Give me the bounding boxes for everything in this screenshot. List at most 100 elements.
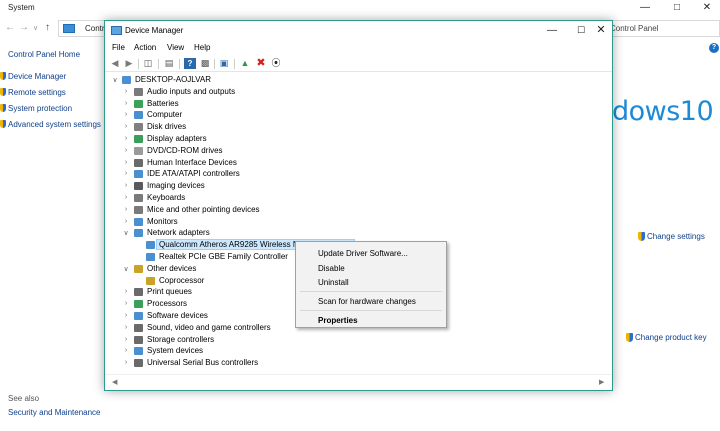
chevron-right-icon[interactable]: › [122,359,130,366]
chevron-right-icon[interactable]: › [122,170,130,177]
disable-menu-item[interactable]: Disable [318,264,345,273]
update-driver-software-menu-item[interactable]: Update Driver Software... [318,249,408,258]
speaker-icon [134,87,143,96]
system-maximize-button[interactable]: □ [662,0,692,16]
tree-node[interactable]: › Imaging devices [105,181,610,193]
back-arrow-icon[interactable]: ◀ [109,58,121,69]
battery-icon [134,99,143,108]
show-hide-console-tree-icon[interactable]: ◫ [142,58,154,69]
tree-node[interactable]: › Monitors [105,217,610,229]
tree-node[interactable]: › Keyboards [105,193,610,205]
device-manager-link[interactable]: Device Manager [0,72,66,81]
tree-node[interactable]: ∨ DESKTOP-AOJLVAR [105,75,610,87]
tree-node-label: Storage controllers [147,334,215,344]
menu-separator [300,310,442,311]
chevron-down-icon[interactable]: ∨ [122,229,130,237]
chevron-right-icon[interactable]: › [122,336,130,343]
chevron-right-icon[interactable]: › [122,123,130,130]
tree-node[interactable]: ∨ Network adapters [105,228,610,240]
cpu-icon [134,300,143,309]
menu-file[interactable]: File [112,43,125,52]
tree-node[interactable]: › Display adapters [105,134,610,146]
tree-node[interactable]: › Universal Serial Bus controllers [105,358,610,370]
tree-node[interactable]: › System devices [105,346,610,358]
uninstall-menu-item[interactable]: Uninstall [318,278,349,287]
recent-locations-chevron-icon[interactable]: ∨ [33,24,38,32]
chevron-down-icon[interactable]: ∨ [111,76,119,84]
chevron-right-icon[interactable]: › [122,347,130,354]
minimize-button[interactable]: — [537,21,567,41]
help-icon[interactable]: ? [709,43,719,53]
chevron-right-icon[interactable]: › [122,218,130,225]
control-panel-home-link[interactable]: Control Panel Home [8,50,80,59]
forward-arrow-icon[interactable]: → [19,22,29,33]
back-arrow-icon[interactable]: ← [5,22,15,33]
toolbar-separator [234,59,235,69]
tree-node-label: Software devices [147,311,208,320]
tree-node-label: Computer [147,110,183,120]
chevron-right-icon[interactable]: › [122,194,130,201]
tree-node[interactable]: › IDE ATA/ATAPI controllers [105,169,610,181]
chevron-right-icon[interactable]: › [122,100,130,107]
tree-node[interactable]: › Audio inputs and outputs [105,87,610,99]
close-button[interactable]: ✕ [586,21,616,41]
chevron-right-icon[interactable]: › [122,147,130,154]
tree-node-label: Coprocessor [159,275,205,285]
scroll-right-icon[interactable]: ▶ [599,378,604,386]
up-arrow-icon[interactable]: ↑ [45,22,50,33]
tree-node[interactable]: › Batteries [105,99,610,111]
search-input[interactable]: Control Panel [600,20,720,37]
tree-node[interactable]: › DVD/CD-ROM drives [105,146,610,158]
chevron-down-icon[interactable]: ∨ [122,265,130,273]
usb-icon [134,359,143,368]
network-icon [146,241,155,250]
chevron-right-icon[interactable]: › [122,300,130,307]
scan-for-hardware-changes-menu-item[interactable]: Scan for hardware changes [318,297,416,306]
advanced-system-settings-link[interactable]: Advanced system settings [0,120,101,129]
chevron-right-icon[interactable]: › [122,206,130,213]
control-panel-icon [63,24,75,33]
chevron-right-icon[interactable]: › [122,88,130,95]
update-driver-icon[interactable]: ▲ [239,58,251,69]
change-product-key-link[interactable]: Change product key [626,333,707,342]
chevron-right-icon[interactable]: › [122,324,130,331]
menu-view[interactable]: View [167,43,184,52]
change-settings-link[interactable]: Change settings [638,232,705,241]
address-input[interactable]: Contro [58,20,109,37]
help-icon[interactable]: ? [184,58,196,69]
system-close-button[interactable]: ✕ [692,0,720,16]
horizontal-scrollbar[interactable]: ◀ ▶ [105,374,612,390]
chevron-right-icon[interactable]: › [122,312,130,319]
chevron-right-icon[interactable]: › [122,135,130,142]
tree-node[interactable]: › Computer [105,110,610,122]
disable-icon[interactable]: ⦿ [270,58,282,69]
uninstall-icon[interactable]: ✖ [255,58,267,69]
chevron-right-icon[interactable]: › [122,288,130,295]
chevron-right-icon[interactable]: › [122,159,130,166]
tree-node[interactable]: › Disk drives [105,122,610,134]
properties-icon[interactable]: ▤ [163,58,175,69]
remote-settings-link[interactable]: Remote settings [0,88,66,97]
tree-node[interactable]: › Human Interface Devices [105,158,610,170]
forward-arrow-icon[interactable]: ▶ [123,58,135,69]
system-minimize-button[interactable]: — [630,0,660,16]
properties-menu-item[interactable]: Properties [318,316,358,325]
warning-icon [146,276,155,285]
menu-help[interactable]: Help [194,43,210,52]
system-protection-link[interactable]: System protection [0,104,72,113]
device-tree: ∨ DESKTOP-AOJLVAR › Audio inputs and output… [105,73,612,373]
shield-icon [0,104,6,112]
tree-node[interactable]: › Mice and other pointing devices [105,205,610,217]
chevron-right-icon[interactable]: › [122,182,130,189]
security-and-maintenance-link[interactable]: Security and Maintenance [8,408,101,417]
action-pane-icon[interactable]: ▩ [199,58,211,69]
menu-action[interactable]: Action [134,43,156,52]
chevron-right-icon[interactable]: › [122,111,130,118]
tree-node-label: Human Interface Devices [147,157,237,167]
scroll-left-icon[interactable]: ◀ [112,378,117,386]
computer-icon [122,76,131,84]
warning-icon [134,264,143,273]
scan-hardware-icon[interactable]: ▣ [218,58,230,69]
system-icon [134,347,143,356]
tree-node[interactable]: › Storage controllers [105,335,610,347]
